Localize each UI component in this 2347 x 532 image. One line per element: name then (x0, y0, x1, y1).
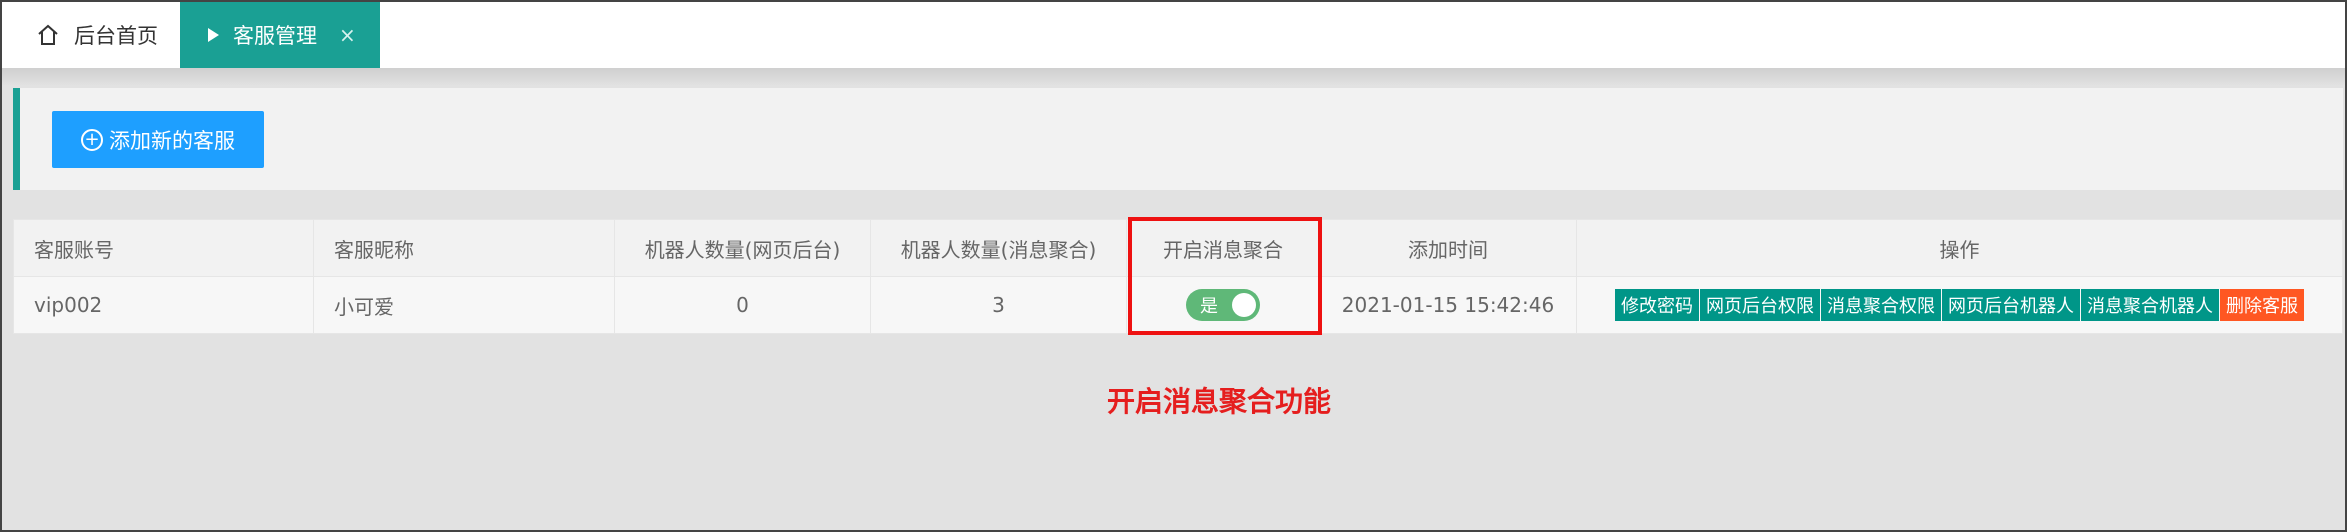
tab-bar-divider (2, 68, 2345, 86)
header-robots-web: 机器人数量(网页后台) (614, 219, 871, 277)
header-robots-msg: 机器人数量(消息聚合) (870, 219, 1127, 277)
tab-home-label: 后台首页 (74, 24, 158, 48)
cell-actions: 修改密码 网页后台权限 消息聚合权限 网页后台机器人 消息聚合机器人 删除客服 (1576, 276, 2343, 334)
highlight-box (1128, 217, 1322, 335)
add-button-label: 添加新的客服 (109, 128, 235, 153)
aggregation-permission-button[interactable]: 消息聚合权限 (1821, 289, 1941, 321)
home-icon (38, 24, 58, 45)
add-customer-service-button[interactable]: + 添加新的客服 (52, 111, 264, 168)
cell-nickname: 小可爱 (313, 276, 615, 334)
cell-added-time: 2021-01-15 15:42:46 (1319, 276, 1577, 334)
cell-robots-web: 0 (614, 276, 871, 334)
web-admin-permission-button[interactable]: 网页后台权限 (1700, 289, 1820, 321)
window-frame: 后台首页 客服管理 × + 添加新的客服 客服账号 客服昵称 机器人数量(网页后… (0, 0, 2347, 532)
aggregation-robot-button[interactable]: 消息聚合机器人 (2081, 289, 2219, 321)
web-admin-robot-button[interactable]: 网页后台机器人 (1942, 289, 2080, 321)
tab-home[interactable]: 后台首页 (2, 2, 179, 68)
tab-bar: 后台首页 客服管理 × (2, 2, 2345, 68)
change-password-button[interactable]: 修改密码 (1615, 289, 1699, 321)
play-icon (208, 28, 219, 42)
close-icon[interactable]: × (339, 23, 356, 47)
toolbar-panel: + 添加新的客服 (13, 88, 2343, 190)
annotation-text: 开启消息聚合功能 (1107, 385, 1332, 418)
tab-customer-service-label: 客服管理 (233, 24, 317, 48)
plus-circle-icon: + (81, 128, 103, 151)
cell-robots-msg: 3 (870, 276, 1127, 334)
action-buttons: 修改密码 网页后台权限 消息聚合权限 网页后台机器人 消息聚合机器人 删除客服 (1597, 289, 2322, 321)
header-nickname: 客服昵称 (313, 219, 615, 277)
cell-account: vip002 (13, 276, 314, 334)
header-actions: 操作 (1576, 219, 2343, 277)
header-added-time: 添加时间 (1319, 219, 1577, 277)
header-account: 客服账号 (13, 219, 314, 277)
delete-customer-service-button[interactable]: 删除客服 (2220, 289, 2304, 321)
tab-customer-service[interactable]: 客服管理 × (180, 2, 380, 68)
